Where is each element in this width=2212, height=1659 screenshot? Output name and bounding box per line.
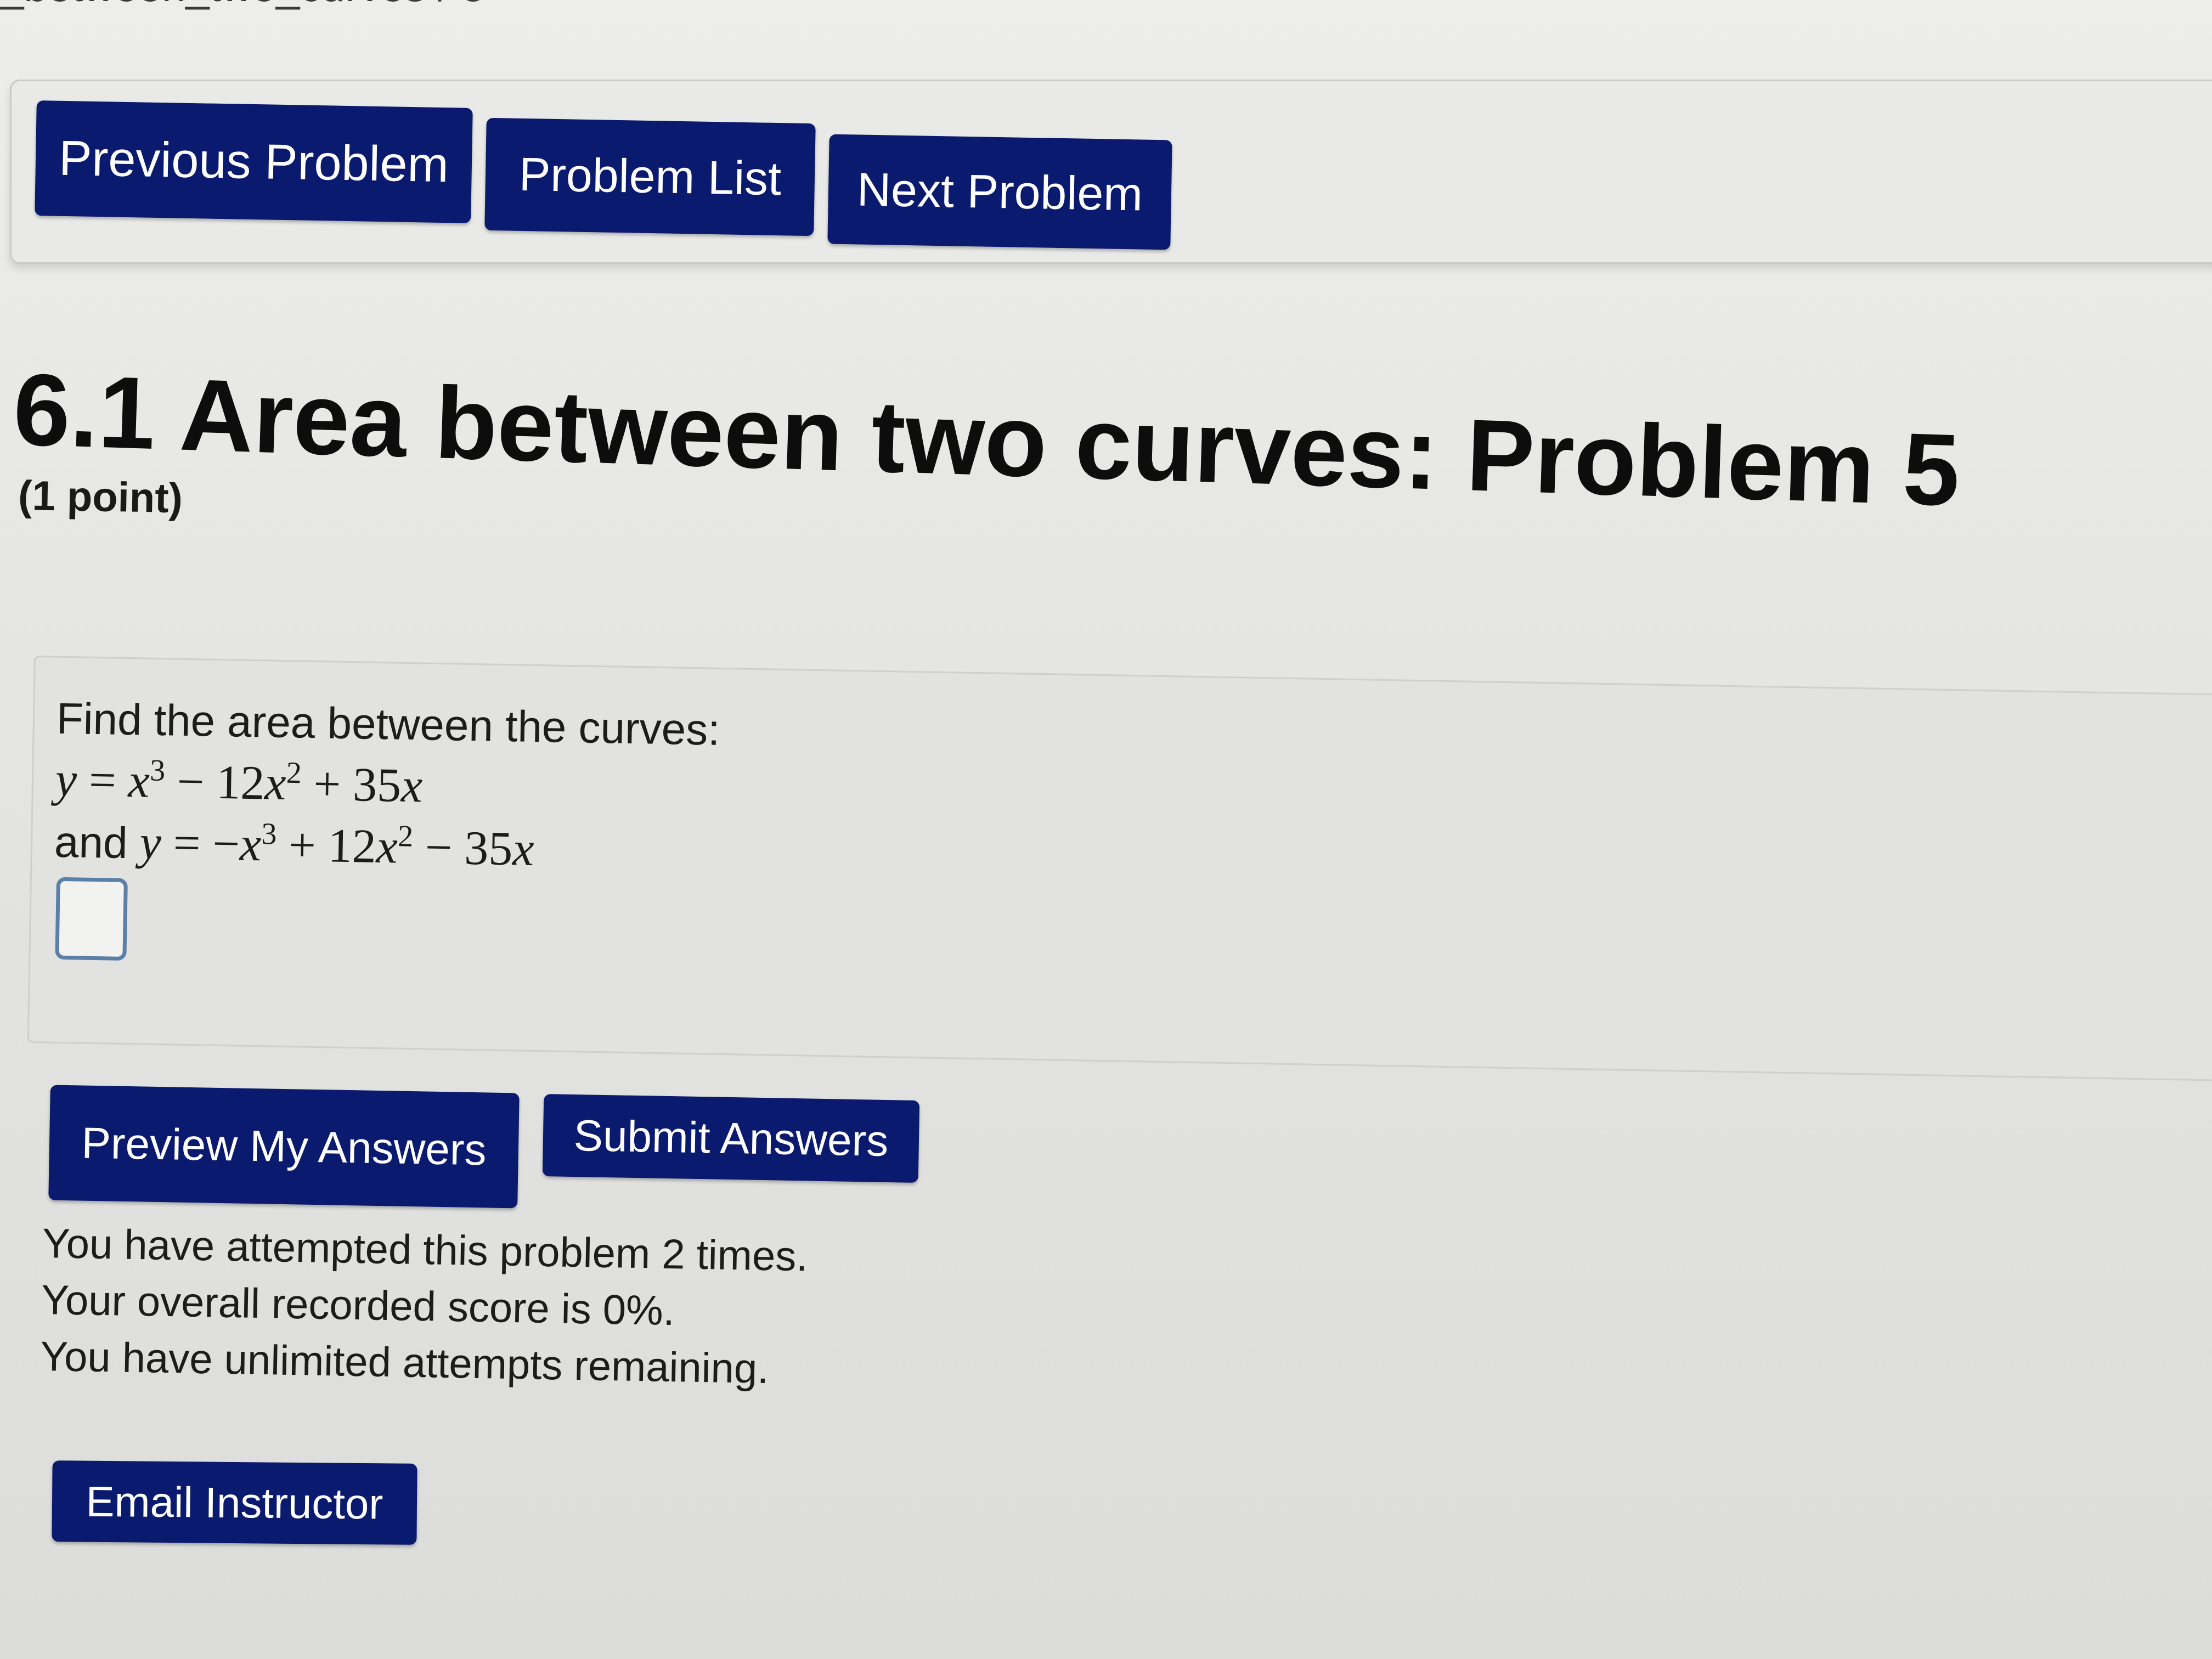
problem-list-button[interactable]: Problem List <box>484 117 816 236</box>
email-instructor-button[interactable]: Email Instructor <box>52 1460 417 1545</box>
attempt-status: You have attempted this problem 2 times.… <box>40 1215 809 1398</box>
problem-body: Find the area between the curves: y = x3… <box>27 656 2212 1082</box>
preview-answers-button[interactable]: Preview My Answers <box>48 1085 520 1209</box>
previous-problem-button[interactable]: Previous Problem <box>35 100 473 223</box>
next-problem-button[interactable]: Next Problem <box>827 134 1172 250</box>
webwork-problem-page: _between_two_curves / 5 Previous Problem… <box>0 0 2212 1659</box>
curve-equation-2-line: and y = −x3 + 12x2 − 35x <box>54 811 718 884</box>
connector-text: and <box>54 817 128 868</box>
curve-equation-1: y = x3 − 12x2 + 35x <box>55 753 423 813</box>
breadcrumb[interactable]: _between_two_curves / 5 <box>0 0 486 12</box>
submit-answers-button[interactable]: Submit Answers <box>542 1094 920 1183</box>
page-title: 6.1 Area between two curves: Problem 5 <box>12 352 1962 528</box>
problem-prompt: Find the area between the curves: <box>56 693 721 754</box>
problem-points: (1 point) <box>18 472 183 522</box>
curve-equation-2: y = −x3 + 12x2 − 35x <box>139 816 535 876</box>
answer-input[interactable] <box>55 877 128 961</box>
problem-statement: Find the area between the curves: y = x3… <box>54 688 720 884</box>
